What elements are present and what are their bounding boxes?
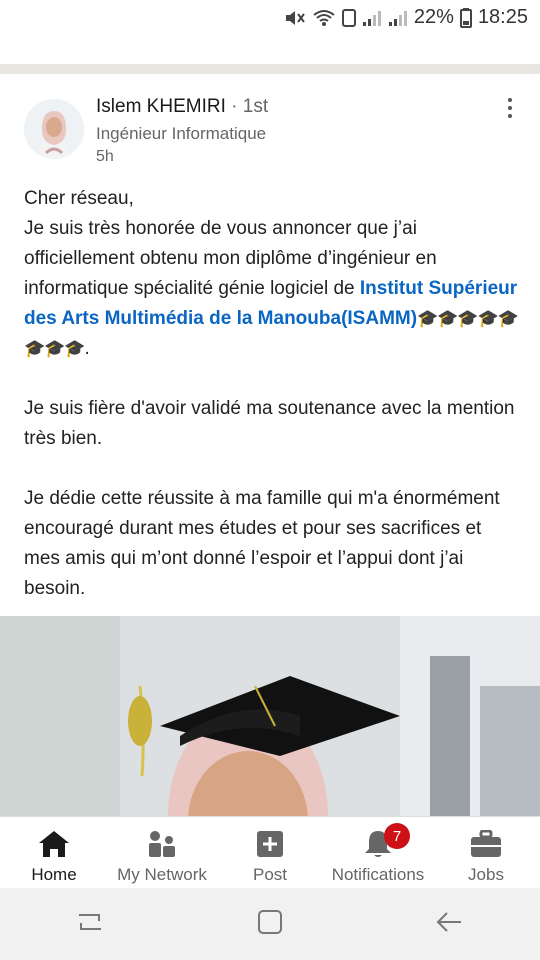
more-options-icon[interactable] [504, 96, 516, 120]
nav-label-notifications: Notifications [331, 865, 425, 884]
connection-degree: · 1st [231, 96, 269, 117]
battery-percent: 22% [413, 6, 454, 28]
back-icon[interactable] [435, 907, 465, 942]
nav-post[interactable]: Post [216, 817, 324, 889]
paragraph-3: Je dédie cette réussite à ma famille qui… [24, 488, 500, 599]
author-headline: Ingénieur Informatique [96, 124, 267, 143]
post-icon [256, 829, 284, 859]
paragraph-1-suffix: . [84, 338, 90, 359]
battery-icon [459, 7, 472, 28]
sim-icon [341, 8, 356, 27]
nav-label-jobs: Jobs [468, 865, 504, 884]
home-button-icon[interactable] [255, 907, 285, 942]
paragraph-2: Je suis fière d'avoir validé ma soutenan… [24, 398, 515, 449]
feed-separator [0, 64, 540, 74]
post-body: Cher réseau, Je suis très honorée de vou… [24, 184, 519, 634]
author-name[interactable]: Islem KHEMIRI [96, 96, 226, 117]
nav-home[interactable]: Home [0, 817, 108, 889]
nav-label-post: Post [252, 865, 288, 884]
briefcase-icon [470, 829, 502, 859]
nav-label-home: Home [31, 865, 77, 884]
status-icons: 22% 18:25 [284, 6, 528, 29]
post-time: 5h [96, 148, 114, 165]
signal-icon [388, 9, 408, 27]
recent-apps-icon[interactable] [75, 907, 105, 942]
bottom-navigation: Home My Network Post 7 Notifications Job… [0, 816, 540, 889]
post-image[interactable] [0, 616, 540, 816]
clock: 18:25 [477, 6, 528, 28]
author-line[interactable]: Islem KHEMIRI · 1st [96, 96, 268, 118]
network-icon [146, 829, 178, 859]
wifi-icon [312, 9, 336, 27]
nav-notifications[interactable]: 7 Notifications [324, 817, 432, 889]
system-navigation-bar [0, 888, 540, 960]
mute-icon [284, 9, 306, 27]
nav-label-my-network: My Network [117, 865, 207, 884]
nav-jobs[interactable]: Jobs [432, 817, 540, 889]
home-icon [37, 829, 71, 859]
status-bar: 22% 18:25 [0, 0, 540, 36]
notification-badge: 7 [384, 823, 410, 849]
signal-icon [362, 9, 382, 27]
nav-my-network[interactable]: My Network [108, 817, 216, 889]
greeting: Cher réseau, [24, 188, 134, 209]
top-strip [0, 36, 540, 76]
avatar[interactable] [24, 99, 84, 159]
